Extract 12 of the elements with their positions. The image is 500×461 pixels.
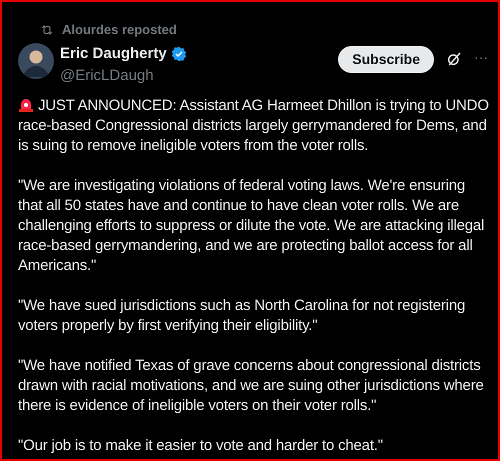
author-name[interactable]: Eric Daugherty [60, 42, 167, 65]
repost-label[interactable]: Alourdes reposted [62, 20, 177, 40]
avatar[interactable] [18, 42, 54, 78]
post-paragraph: "We have sued jurisdictions such as North Carolina for not registering voters properly by first verifying their eligibility." [18, 296, 466, 336]
post-paragraph: "We have notified Texas of grave concerns about congressional districts drawn with racial motivations, and we are suing other jurisdictions where there is evidence of ineligible voters on their voter rolls." [18, 356, 485, 416]
subscribe-button[interactable]: Subscribe [338, 46, 434, 72]
post-paragraph: "Our job is to make it easier to vote and harder to cheat." [18, 436, 384, 456]
post-paragraph: "We are investigating violations of federal voting laws. We're ensuring that all 50 states have and continue to have clean voter rolls. We are challenging efforts to suppress or dilute the vote. We are attacking illegal race-based gerrymandering, and we are protecting ballot access for all Americans." [18, 176, 486, 276]
repost-icon [40, 22, 54, 37]
more-button[interactable]: ··· [474, 50, 488, 68]
author-handle[interactable]: @EricLDaugh [60, 65, 187, 88]
post-paragraph: JUST ANNOUNCED: Assistant AG Harmeet Dhillon is trying to UNDO race-based Congressional districts largely gerrymandered for Dems, and is suing to remove ineligible voters from the voter rolls. [18, 96, 490, 156]
